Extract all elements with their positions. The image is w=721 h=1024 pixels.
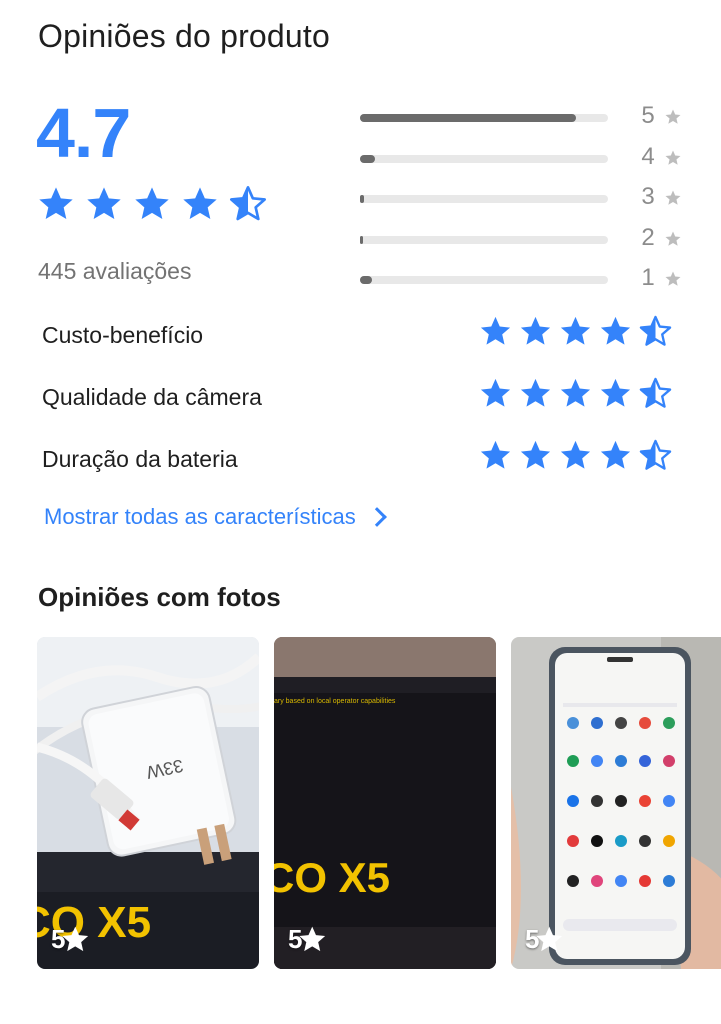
- feature-label: Qualidade da câmera: [42, 384, 262, 410]
- distribution-star-value: 1: [641, 264, 655, 291]
- distribution-row-5[interactable]: 5: [360, 100, 690, 141]
- feature-label: Duração da bateria: [42, 446, 238, 472]
- star-icon: [478, 376, 513, 411]
- half-star-icon: [638, 376, 673, 411]
- review-photo-box[interactable]: ary based on local operator capabilities…: [274, 637, 496, 969]
- show-all-label: Mostrar todas as características: [44, 504, 356, 529]
- feature-row: Custo-benefício: [42, 312, 682, 374]
- phone-photo-image: [511, 637, 721, 969]
- feature-label: Custo-benefício: [42, 322, 204, 348]
- feature-stars: [478, 314, 673, 349]
- star-icon: [598, 376, 633, 411]
- distribution-bar-fill: [360, 276, 372, 284]
- box-photo-image: ary based on local operator capabilities…: [274, 637, 496, 969]
- white-star-icon: [536, 926, 573, 952]
- star-icon: [558, 314, 593, 349]
- distribution-row-4[interactable]: 4: [360, 141, 690, 182]
- rating-distribution: 5 4 3 2 1: [360, 100, 690, 303]
- small-star-icon: [664, 230, 682, 248]
- review-count: 445 avaliações: [38, 258, 192, 284]
- half-star-icon: [638, 438, 673, 473]
- distribution-row-1[interactable]: 1: [360, 262, 690, 303]
- small-star-icon: [664, 108, 682, 126]
- half-star-icon: [638, 314, 673, 349]
- box-small-text: ary based on local operator capabilities: [274, 698, 396, 705]
- feature-ratings: Custo-benefício Qualidade da câmera Dura…: [42, 312, 682, 498]
- review-photo-charger[interactable]: 33W CO X5 5: [37, 637, 259, 969]
- star-icon: [180, 184, 220, 224]
- white-star-icon: [299, 926, 336, 952]
- distribution-bar: [360, 195, 608, 203]
- distribution-star-value: 4: [641, 142, 655, 170]
- star-icon: [478, 314, 513, 349]
- small-star-icon: [664, 149, 682, 167]
- chevron-right-icon: [366, 507, 387, 527]
- photo-rating: 5: [288, 924, 336, 955]
- feature-stars: [478, 376, 673, 411]
- star-icon: [132, 184, 172, 224]
- star-icon: [518, 314, 553, 349]
- star-icon: [558, 376, 593, 411]
- distribution-bar-fill: [360, 114, 576, 122]
- photo-rating: 5: [525, 924, 573, 955]
- distribution-bar: [360, 276, 608, 284]
- distribution-bar: [360, 154, 608, 163]
- photo-rating: 5: [51, 924, 99, 955]
- distribution-row-2[interactable]: 2: [360, 222, 690, 263]
- small-star-icon: [664, 189, 682, 207]
- feature-stars: [478, 438, 673, 473]
- feature-row: Qualidade da câmera: [42, 374, 682, 436]
- distribution-star-value: 5: [641, 102, 655, 129]
- star-icon: [36, 184, 76, 224]
- star-icon: [478, 438, 513, 473]
- star-icon: [84, 184, 124, 224]
- star-icon: [598, 438, 633, 473]
- show-all-characteristics-link[interactable]: Mostrar todas as características: [44, 504, 387, 530]
- photos-section-title: Opiniões com fotos: [38, 582, 281, 612]
- charger-photo-image: 33W CO X5: [37, 637, 259, 969]
- box-brand-text: CO X5: [274, 854, 390, 901]
- small-star-icon: [664, 270, 682, 288]
- review-photo-phone[interactable]: 5: [511, 637, 721, 969]
- distribution-bar-fill: [360, 195, 364, 203]
- distribution-bar: [360, 114, 608, 122]
- average-stars: [36, 184, 268, 224]
- distribution-row-3[interactable]: 3: [360, 181, 690, 222]
- photo-carousel[interactable]: 33W CO X5 5 ary based on local operator …: [37, 637, 721, 969]
- distribution-bar-fill: [360, 235, 363, 244]
- white-star-icon: [62, 926, 99, 952]
- half-star-icon: [228, 184, 268, 224]
- distribution-bar-fill: [360, 154, 375, 163]
- star-icon: [518, 438, 553, 473]
- page-title: Opiniões do produto: [38, 18, 331, 54]
- star-icon: [598, 314, 633, 349]
- distribution-star-value: 2: [641, 223, 655, 251]
- feature-row: Duração da bateria: [42, 436, 682, 498]
- star-icon: [518, 376, 553, 411]
- distribution-star-value: 3: [641, 183, 655, 210]
- average-score: 4.7: [36, 94, 131, 172]
- star-icon: [558, 438, 593, 473]
- distribution-bar: [360, 235, 608, 244]
